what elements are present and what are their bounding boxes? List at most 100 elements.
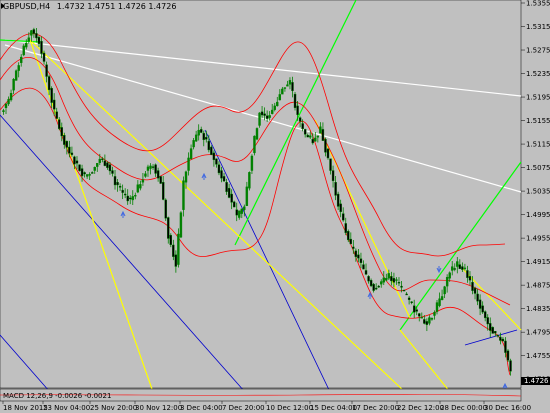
price-tick-label: 1.5115 — [526, 141, 550, 149]
candle-body — [395, 279, 398, 281]
candle-body — [144, 173, 147, 177]
candle-body — [32, 29, 36, 34]
candle-body — [37, 37, 41, 44]
price-tick-label: 1.4915 — [526, 258, 550, 266]
candle-body — [96, 163, 99, 167]
candle-body — [453, 268, 456, 270]
price-tick-label: 1.5275 — [526, 47, 550, 55]
candle-body — [420, 316, 423, 319]
candle-body — [430, 317, 434, 320]
candle-body — [146, 166, 150, 171]
candle-body — [506, 350, 510, 361]
candle-body — [331, 170, 335, 182]
candle-body — [293, 93, 297, 108]
candle-body — [296, 105, 299, 115]
candle-body — [494, 330, 497, 334]
candle-body — [367, 276, 370, 282]
candle-body — [225, 182, 228, 192]
candle-body — [466, 270, 469, 278]
price-tick-label: 1.4835 — [526, 305, 550, 313]
candle-body — [156, 170, 160, 179]
candle-body — [415, 309, 418, 312]
time-tick-label: 18 Nov 2015 — [3, 404, 48, 412]
candle-body — [377, 285, 380, 288]
candle-body — [184, 171, 188, 183]
candle-body — [329, 158, 332, 171]
price-tick-label: 1.5315 — [526, 23, 550, 31]
candle-body — [283, 87, 287, 89]
candle-body — [463, 267, 467, 270]
candle-body — [45, 64, 48, 77]
candle-body — [60, 127, 63, 137]
candle-body — [271, 109, 274, 114]
candle-body — [55, 111, 58, 119]
candle-body — [30, 30, 33, 36]
candle-body — [309, 135, 312, 138]
candle-body — [504, 340, 507, 353]
candle-body — [200, 129, 203, 133]
candle-body — [263, 113, 266, 116]
candle-body — [483, 311, 487, 319]
candle-body — [448, 272, 451, 279]
candle-body — [435, 302, 439, 312]
candle-body — [7, 99, 10, 105]
candle-body — [334, 182, 337, 196]
candle-body — [255, 128, 259, 140]
candle-body — [210, 146, 213, 155]
candle-body — [116, 182, 119, 186]
candle-body — [276, 101, 279, 107]
candle-body — [35, 33, 38, 39]
candle-body — [428, 317, 431, 324]
candle-body — [240, 208, 243, 214]
candle-body — [476, 293, 479, 302]
candle-body — [141, 179, 145, 183]
svg-text:1.4726: 1.4726 — [524, 377, 549, 385]
candle-body — [222, 176, 226, 182]
candle-body — [336, 193, 340, 207]
candle-body — [438, 298, 441, 306]
candle-body — [445, 277, 449, 287]
candle-body — [187, 157, 190, 171]
candle-body — [473, 287, 477, 294]
candle-body — [108, 164, 112, 172]
time-tick-label: 25 Nov 20:00 — [90, 404, 137, 412]
candle-body — [380, 281, 383, 285]
candle-body — [83, 172, 86, 175]
candle-body — [501, 338, 505, 342]
candle-body — [288, 80, 292, 85]
candle-body — [129, 197, 132, 200]
candle-body — [286, 84, 289, 87]
candle-body — [303, 129, 307, 135]
price-chart[interactable]: GBPUSD,H4 1.4732 1.4751 1.4726 1.4726 MA… — [0, 0, 550, 413]
candle-body — [405, 293, 408, 296]
candle-body — [126, 195, 129, 202]
time-tick-label: 30 Dec 16:00 — [484, 404, 531, 412]
candle-body — [248, 172, 251, 189]
candle-body — [489, 323, 492, 331]
candle-body — [291, 82, 294, 92]
candle-body — [342, 213, 345, 221]
candle-body — [80, 168, 84, 177]
candle-body — [359, 258, 363, 264]
candle-body — [113, 176, 117, 186]
price-tick-label: 1.5075 — [526, 164, 550, 172]
time-tick-label: 22 Dec 12:00 — [397, 404, 444, 412]
candle-body — [179, 212, 183, 238]
price-tick-label: 1.5155 — [526, 117, 550, 125]
candle-body — [499, 336, 502, 341]
candle-body — [182, 180, 185, 210]
candle-body — [468, 276, 472, 281]
candle-body — [25, 42, 28, 48]
candle-body — [134, 195, 137, 197]
candle-body — [88, 174, 91, 176]
candle-body — [392, 278, 396, 283]
candle-body — [491, 327, 494, 334]
candle-body — [390, 276, 393, 282]
candle-body — [197, 129, 200, 136]
time-tick-label: 3 Dec 04:00 — [180, 404, 223, 412]
price-tick-label: 1.5235 — [526, 70, 550, 78]
candle-body — [159, 176, 162, 184]
candle-body — [98, 158, 102, 163]
candle-body — [235, 209, 238, 216]
candle-body — [136, 184, 140, 193]
